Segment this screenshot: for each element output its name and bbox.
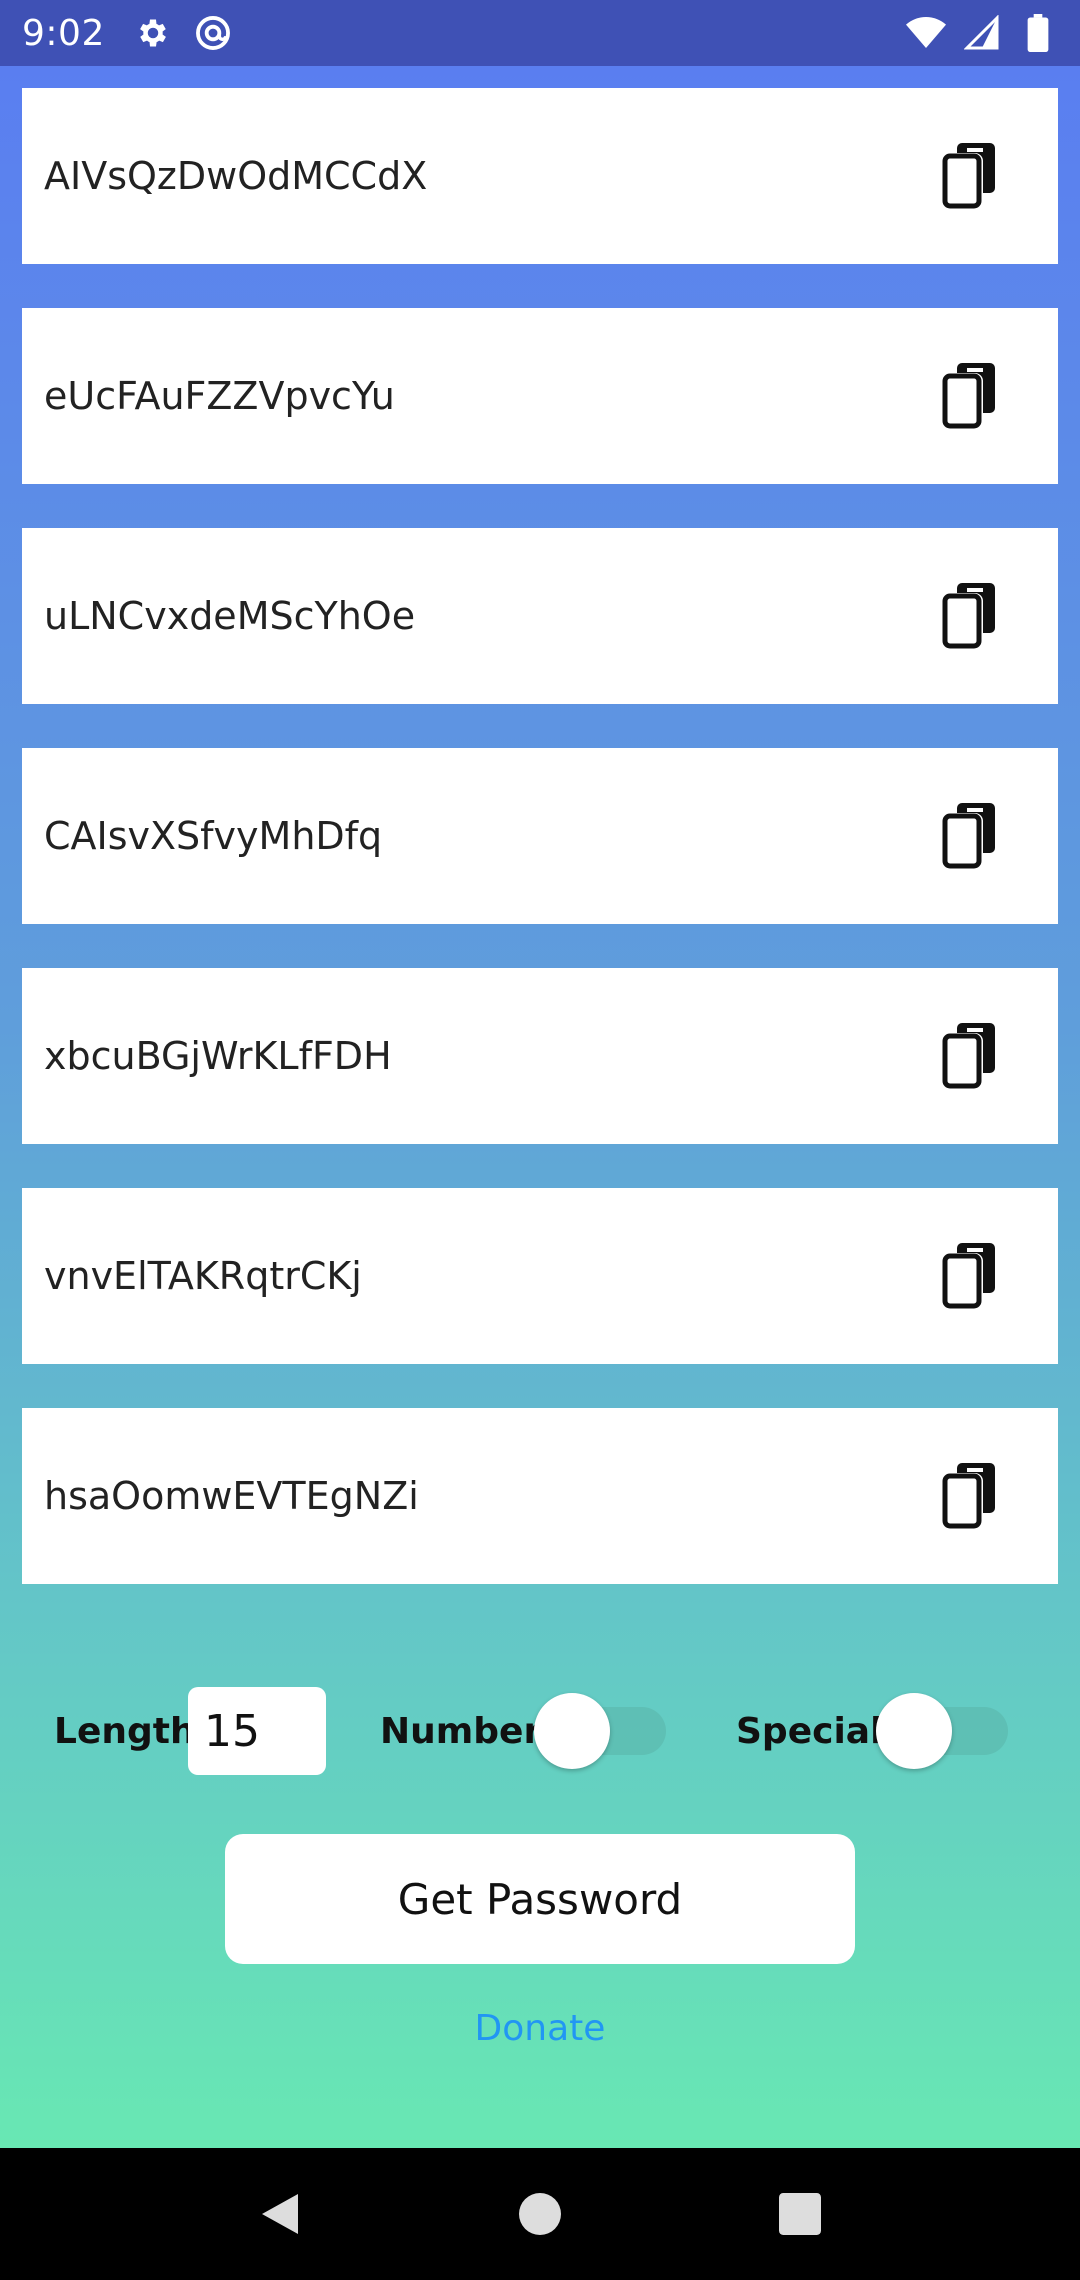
copy-icon[interactable] (934, 1236, 1004, 1316)
copy-icon[interactable] (934, 796, 1004, 876)
special-toggle-thumb (876, 1693, 952, 1769)
password-card: eUcFAuFZZVpvcYu (22, 308, 1058, 484)
options-row: Length Number Special (0, 1686, 1080, 1776)
get-password-button[interactable]: Get Password (225, 1834, 855, 1964)
password-card: hsaOomwEVTEgNZi (22, 1408, 1058, 1584)
copy-icon[interactable] (934, 1016, 1004, 1096)
back-icon[interactable] (240, 2174, 320, 2254)
password-text: uLNCvxdeMScYhOe (44, 594, 416, 638)
password-text: AIVsQzDwOdMCCdX (44, 154, 428, 198)
password-list: AIVsQzDwOdMCCdX eUcFAuFZZVpvcYu uLNCvxde… (22, 88, 1058, 1628)
number-toggle-thumb (534, 1693, 610, 1769)
status-right-icons (906, 13, 1058, 53)
password-text: xbcuBGjWrKLfFDH (44, 1034, 392, 1078)
settings-icon (133, 13, 173, 53)
donate-link[interactable]: Donate (0, 2008, 1080, 2049)
password-card: vnvElTAKRqtrCKj (22, 1188, 1058, 1364)
special-toggle[interactable] (876, 1689, 1016, 1773)
length-label: Length (54, 1710, 196, 1752)
copy-icon[interactable] (934, 576, 1004, 656)
password-text: CAIsvXSfvyMhDfq (44, 814, 383, 858)
home-icon[interactable] (500, 2174, 580, 2254)
at-sign-icon (193, 13, 233, 53)
copy-icon[interactable] (934, 1456, 1004, 1536)
password-text: vnvElTAKRqtrCKj (44, 1254, 362, 1298)
status-left-icons (133, 13, 233, 53)
password-card: uLNCvxdeMScYhOe (22, 528, 1058, 704)
password-card: CAIsvXSfvyMhDfq (22, 748, 1058, 924)
length-input[interactable] (188, 1687, 326, 1775)
status-time: 9:02 (22, 12, 105, 54)
password-text: hsaOomwEVTEgNZi (44, 1474, 419, 1518)
password-card: AIVsQzDwOdMCCdX (22, 88, 1058, 264)
copy-icon[interactable] (934, 356, 1004, 436)
password-text: eUcFAuFZZVpvcYu (44, 374, 395, 418)
recents-icon[interactable] (760, 2174, 840, 2254)
wifi-icon (906, 13, 946, 53)
password-card: xbcuBGjWrKLfFDH (22, 968, 1058, 1144)
navigation-bar (0, 2148, 1080, 2280)
number-toggle[interactable] (534, 1689, 674, 1773)
special-label: Special (736, 1710, 883, 1752)
cellular-icon (962, 13, 1002, 53)
battery-icon (1018, 13, 1058, 53)
copy-icon[interactable] (934, 136, 1004, 216)
status-bar: 9:02 (0, 0, 1080, 66)
number-label: Number (380, 1710, 542, 1752)
